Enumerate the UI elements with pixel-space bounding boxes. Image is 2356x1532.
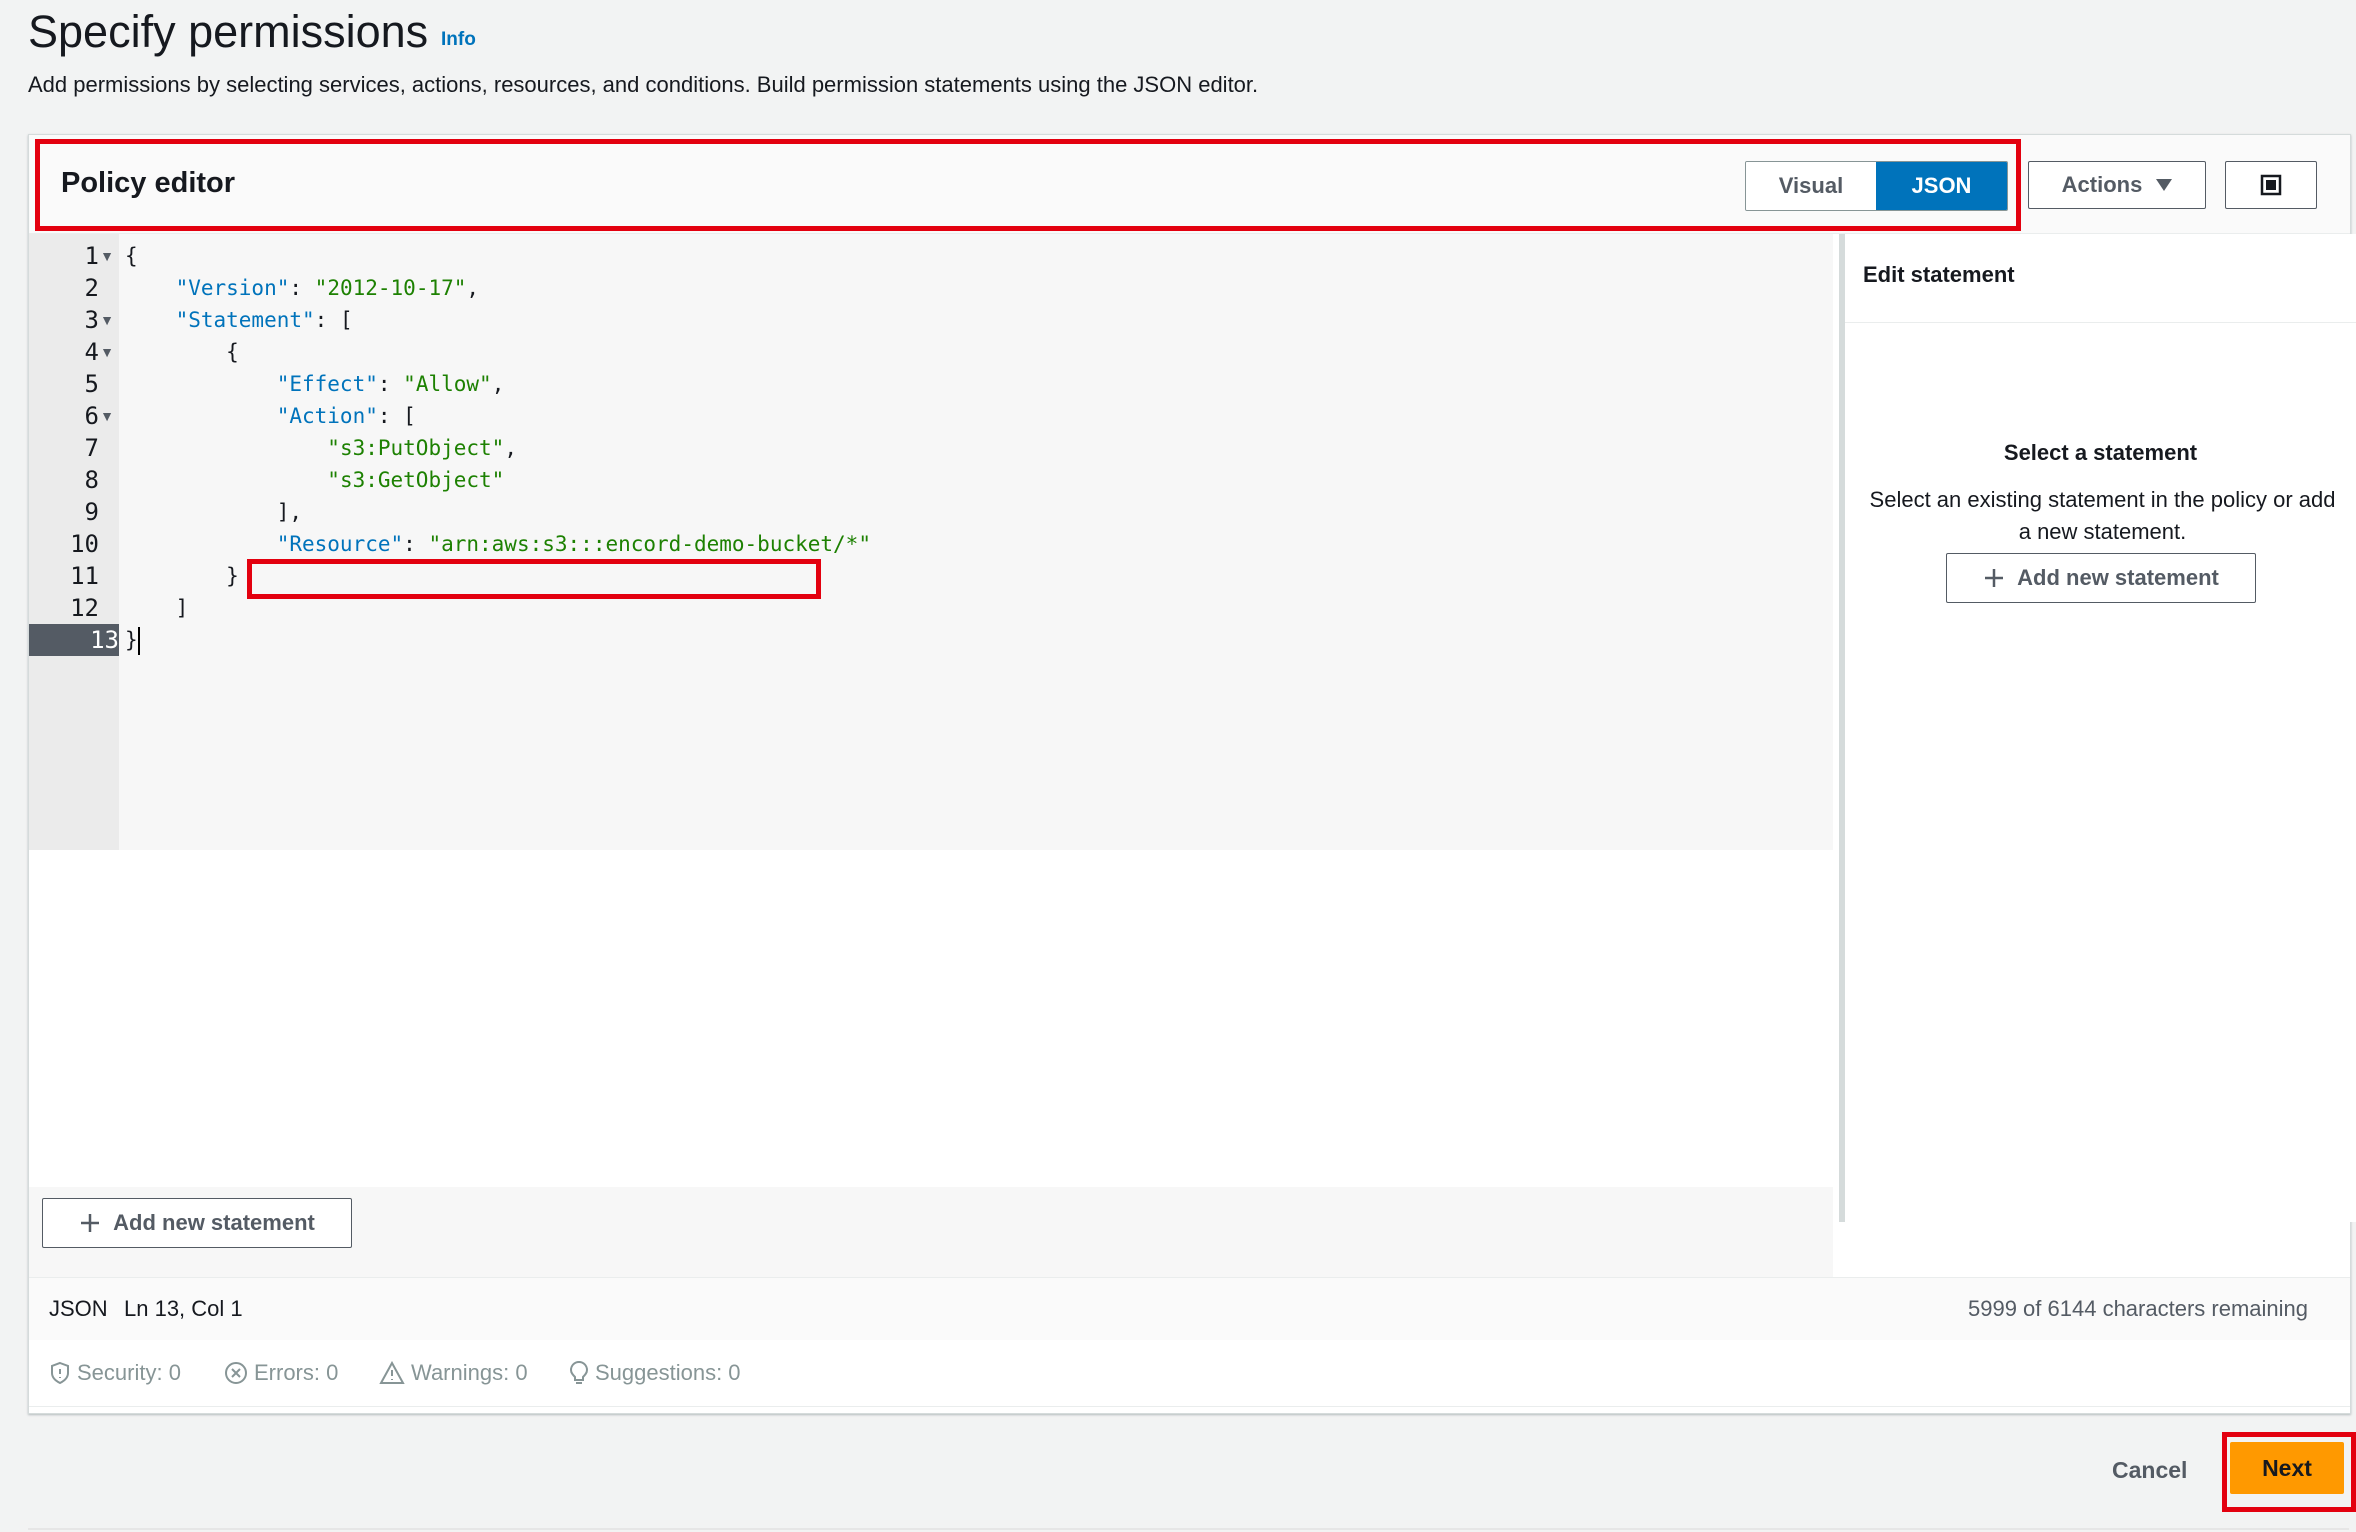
code-line: "Action": [ bbox=[276, 404, 416, 428]
policy-editor-title: Policy editor bbox=[61, 167, 236, 199]
actions-label: Actions bbox=[2061, 172, 2143, 197]
error-circle-icon bbox=[225, 1362, 247, 1384]
plus-icon bbox=[1985, 569, 2004, 587]
code-line: "Effect": "Allow", bbox=[276, 372, 505, 396]
edit-statement-pane: Edit statement Select a statement Select… bbox=[1839, 234, 2356, 1222]
active-line-number: 13 bbox=[29, 624, 119, 656]
code-line: "Resource": "arn:aws:s3:::encord-demo-bu… bbox=[276, 532, 871, 556]
characters-remaining: 5999 of 6144 characters remaining bbox=[1968, 1296, 2308, 1321]
line-number: 9 bbox=[84, 498, 99, 526]
info-link[interactable]: Info bbox=[441, 29, 476, 51]
code-line: "Version": "2012-10-17", bbox=[175, 276, 480, 300]
plus-icon bbox=[81, 1214, 100, 1232]
line-number: 11 bbox=[70, 562, 99, 590]
code-line: "Statement": [ bbox=[175, 308, 353, 332]
code-line: "s3:GetObject" bbox=[327, 468, 505, 492]
security-check-tab[interactable]: Security: 0 bbox=[49, 1360, 181, 1386]
add-new-statement-button[interactable]: Add new statement bbox=[42, 1198, 352, 1248]
fold-arrow-icon[interactable]: ▼ bbox=[99, 240, 115, 272]
shield-icon bbox=[51, 1361, 69, 1385]
editor-status-bar: JSON Ln 13, Col 1 5999 of 6144 character… bbox=[29, 1277, 2350, 1341]
errors-count: Errors: 0 bbox=[254, 1360, 339, 1385]
select-statement-text: Select an existing statement in the poli… bbox=[1869, 487, 2336, 544]
text-cursor bbox=[137, 627, 140, 655]
line-number: 3 bbox=[84, 306, 99, 334]
add-new-statement-button[interactable]: Add new statement bbox=[1946, 553, 2256, 603]
line-number: 12 bbox=[70, 594, 99, 622]
errors-check-tab[interactable]: Errors: 0 bbox=[224, 1360, 338, 1386]
code-line: "s3:PutObject", bbox=[327, 436, 517, 460]
edit-statement-title: Edit statement bbox=[1863, 262, 2015, 287]
line-number: 4 bbox=[84, 338, 99, 366]
editor-bottom-bar: Add new statement bbox=[29, 1187, 1833, 1277]
policy-editor-panel: Policy editor Visual JSON Actions 1 2 3 … bbox=[28, 134, 2356, 1414]
policy-editor-header: Policy editor Visual JSON Actions bbox=[29, 135, 2350, 234]
line-number: 10 bbox=[70, 530, 99, 558]
policy-validation-bar: Security: 0 Errors: 0 Warnings: 0 Sugges… bbox=[29, 1340, 2350, 1407]
language-indicator: JSON bbox=[49, 1296, 108, 1321]
line-number: 6 bbox=[84, 402, 99, 430]
code-line: } bbox=[125, 624, 1825, 656]
security-count: Security: 0 bbox=[77, 1360, 181, 1385]
select-statement-heading: Select a statement bbox=[2003, 440, 2198, 465]
code-line: ] bbox=[125, 596, 189, 620]
line-number: 2 bbox=[84, 274, 99, 302]
caret-down-icon bbox=[2156, 179, 2173, 191]
actions-dropdown-button[interactable]: Actions bbox=[2028, 161, 2206, 209]
fullscreen-icon bbox=[2260, 174, 2282, 196]
fold-arrow-icon[interactable]: ▼ bbox=[99, 400, 115, 432]
warnings-count: Warnings: 0 bbox=[411, 1360, 528, 1385]
editor-mode-toggle: Visual JSON bbox=[1745, 161, 2008, 211]
fold-arrow-icon[interactable]: ▼ bbox=[99, 304, 115, 336]
fullscreen-button[interactable] bbox=[2225, 161, 2317, 209]
code-line: { bbox=[125, 340, 239, 364]
cancel-button[interactable]: Cancel bbox=[2112, 1457, 2187, 1484]
line-number: 7 bbox=[84, 434, 99, 462]
divider bbox=[1845, 322, 2356, 323]
code-line: } bbox=[125, 564, 239, 588]
suggestions-count: Suggestions: 0 bbox=[595, 1360, 741, 1385]
line-number: 1 bbox=[84, 242, 99, 270]
add-new-statement-label: Add new statement bbox=[113, 1210, 315, 1235]
next-button[interactable]: Next bbox=[2230, 1442, 2344, 1494]
divider bbox=[28, 1528, 2349, 1530]
line-number-gutter: 1 2 3 4 5 6 7 8 9 10 11 12 13 ▼ ▼ ▼ ▼ bbox=[29, 234, 119, 850]
json-code-editor[interactable]: 1 2 3 4 5 6 7 8 9 10 11 12 13 ▼ ▼ ▼ ▼ { … bbox=[29, 234, 1833, 850]
visual-mode-button[interactable]: Visual bbox=[1746, 162, 1876, 210]
warning-triangle-icon bbox=[379, 1361, 405, 1384]
lightbulb-icon bbox=[569, 1360, 589, 1384]
page-title: Specify permissions bbox=[28, 6, 429, 57]
code-line: ], bbox=[125, 500, 303, 524]
warnings-check-tab[interactable]: Warnings: 0 bbox=[379, 1360, 528, 1386]
code-line: { bbox=[125, 244, 138, 268]
fold-arrow-icon[interactable]: ▼ bbox=[99, 336, 115, 368]
suggestions-check-tab[interactable]: Suggestions: 0 bbox=[569, 1360, 741, 1386]
page-description: Add permissions by selecting services, a… bbox=[28, 72, 1259, 97]
line-number: 8 bbox=[84, 466, 99, 494]
line-number: 5 bbox=[84, 370, 99, 398]
add-new-statement-label: Add new statement bbox=[2017, 565, 2219, 590]
cursor-position: Ln 13, Col 1 bbox=[124, 1296, 243, 1321]
json-mode-button[interactable]: JSON bbox=[1876, 162, 2007, 210]
